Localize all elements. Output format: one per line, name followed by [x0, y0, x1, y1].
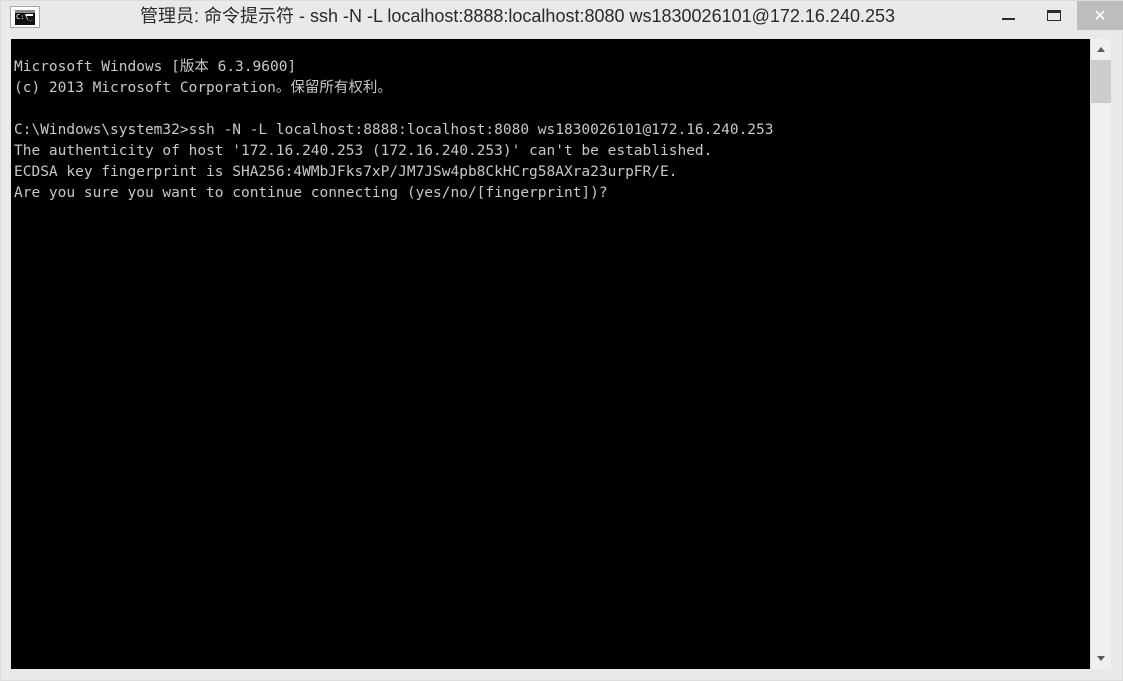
console-text: Microsoft Windows [版本 6.3.9600] (c) 2013… [14, 58, 774, 201]
minimize-button[interactable] [985, 1, 1031, 30]
window-controls: ✕ [985, 1, 1123, 30]
scrollbar-thumb[interactable] [1091, 60, 1111, 103]
console-window: 管理员: 命令提示符 - ssh -N -L localhost:8888:lo… [0, 0, 1123, 681]
chevron-up-icon [1097, 47, 1105, 52]
maximize-button[interactable] [1031, 1, 1077, 30]
scrollbar-track[interactable] [1091, 103, 1111, 648]
window-title: 管理员: 命令提示符 - ssh -N -L localhost:8888:lo… [139, 6, 895, 26]
vertical-scrollbar[interactable] [1090, 39, 1111, 669]
chevron-down-icon [1097, 656, 1105, 661]
close-button[interactable]: ✕ [1077, 1, 1123, 30]
console-output-area[interactable]: Microsoft Windows [版本 6.3.9600] (c) 2013… [11, 39, 1090, 669]
scroll-down-button[interactable] [1091, 648, 1111, 669]
maximize-icon [1047, 10, 1061, 21]
close-icon: ✕ [1093, 5, 1107, 25]
scroll-up-button[interactable] [1091, 39, 1111, 60]
minimize-icon [1001, 18, 1015, 20]
title-bar[interactable]: 管理员: 命令提示符 - ssh -N -L localhost:8888:lo… [1, 1, 1123, 32]
